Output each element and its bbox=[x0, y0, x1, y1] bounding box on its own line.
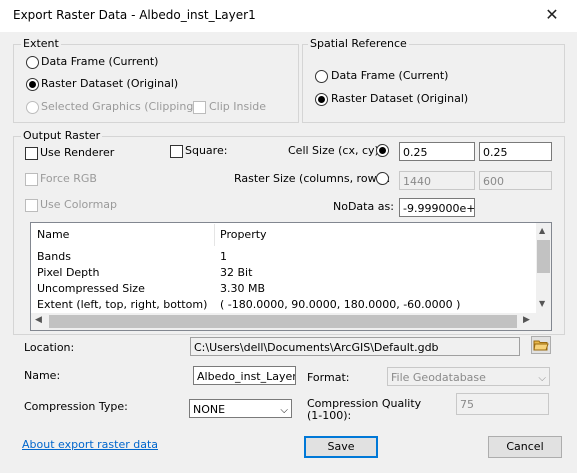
sr-data-frame-radio[interactable] bbox=[315, 70, 328, 83]
cell-size-cy-input[interactable]: 0.25 bbox=[479, 142, 552, 161]
cell-size-radio[interactable] bbox=[376, 144, 389, 157]
cell-size-label: Cell Size (cx, cy): bbox=[288, 144, 383, 157]
properties-header-row: Name Property bbox=[31, 224, 536, 246]
compression-quality-label-line2: (1-100): bbox=[307, 409, 352, 422]
location-label: Location: bbox=[24, 341, 75, 354]
table-row: Extent (left, top, right, bottom) ( -180… bbox=[31, 298, 536, 314]
row-value: 32 Bit bbox=[220, 266, 253, 279]
cancel-button[interactable]: Cancel bbox=[488, 436, 562, 458]
header-divider bbox=[214, 224, 215, 246]
extent-selected-graphics-radio[interactable] bbox=[26, 101, 39, 114]
force-rgb-checkbox[interactable] bbox=[25, 173, 38, 186]
square-label: Square: bbox=[185, 144, 228, 157]
row-name: Extent (left, top, right, bottom) bbox=[37, 298, 208, 311]
location-field[interactable]: C:\Users\dell\Documents\ArcGIS\Default.g… bbox=[190, 337, 520, 356]
compression-type-value: NONE bbox=[193, 403, 226, 416]
scroll-left-arrow-icon[interactable]: ◀ bbox=[35, 315, 42, 325]
spatial-reference-legend: Spatial Reference bbox=[308, 37, 409, 50]
name-input[interactable]: Albedo_inst_Layer1 bbox=[193, 366, 296, 385]
extent-raster-dataset-label: Raster Dataset (Original) bbox=[41, 77, 179, 90]
scroll-down-arrow-icon[interactable]: ▼ bbox=[539, 299, 545, 308]
row-value: 3.30 MB bbox=[220, 282, 266, 295]
properties-table: Name Property Bands 1 Pixel Depth 32 Bit… bbox=[30, 222, 552, 331]
compression-type-select[interactable]: NONE ⌵ bbox=[189, 399, 292, 418]
close-icon[interactable]: ✕ bbox=[540, 4, 564, 26]
row-name: Pixel Depth bbox=[37, 266, 100, 279]
raster-size-radio[interactable] bbox=[376, 172, 389, 185]
scroll-right-arrow-icon[interactable]: ▶ bbox=[523, 315, 530, 325]
output-raster-legend: Output Raster bbox=[21, 129, 103, 142]
format-label: Format: bbox=[307, 371, 350, 384]
compression-quality-input[interactable]: 75 bbox=[456, 393, 549, 415]
clip-inside-checkbox[interactable] bbox=[193, 101, 206, 114]
title-bar: Export Raster Data - Albedo_inst_Layer1 … bbox=[0, 0, 577, 32]
chevron-down-icon: ⌵ bbox=[538, 373, 546, 384]
use-renderer-label: Use Renderer bbox=[40, 146, 115, 159]
hscroll-thumb[interactable] bbox=[49, 315, 517, 328]
force-rgb-label: Force RGB bbox=[40, 172, 97, 185]
name-label: Name: bbox=[24, 369, 61, 382]
save-button[interactable]: Save bbox=[304, 436, 378, 458]
compression-type-label: Compression Type: bbox=[24, 400, 128, 413]
sr-raster-dataset-radio[interactable] bbox=[315, 93, 328, 106]
extent-data-frame-radio[interactable] bbox=[26, 56, 39, 69]
row-value: ( -180.0000, 90.0000, 180.0000, -60.0000… bbox=[220, 298, 461, 311]
raster-size-label: Raster Size (columns, rows): bbox=[234, 172, 391, 185]
header-name: Name bbox=[37, 228, 70, 241]
extent-selected-graphics-label: Selected Graphics (Clipping) bbox=[41, 100, 198, 113]
folder-icon bbox=[533, 340, 549, 351]
nodata-label: NoData as: bbox=[333, 200, 394, 213]
raster-rows-input[interactable]: 600 bbox=[479, 171, 552, 190]
chevron-down-icon: ⌵ bbox=[280, 405, 288, 416]
extent-raster-dataset-radio[interactable] bbox=[26, 78, 39, 91]
sr-data-frame-label: Data Frame (Current) bbox=[331, 69, 449, 82]
format-value: File Geodatabase bbox=[391, 371, 486, 384]
about-export-link[interactable]: About export raster data bbox=[22, 438, 158, 451]
row-name: Uncompressed Size bbox=[37, 282, 145, 295]
raster-columns-input[interactable]: 1440 bbox=[399, 171, 475, 190]
row-name: Bands bbox=[37, 250, 71, 263]
window-title: Export Raster Data - Albedo_inst_Layer1 bbox=[13, 8, 256, 22]
table-row: Uncompressed Size 3.30 MB bbox=[31, 282, 536, 298]
table-row: Pixel Depth 32 Bit bbox=[31, 266, 536, 282]
extent-data-frame-label: Data Frame (Current) bbox=[41, 55, 159, 68]
use-colormap-checkbox[interactable] bbox=[25, 199, 38, 212]
header-property: Property bbox=[220, 228, 267, 241]
properties-vertical-scrollbar[interactable]: ▲ ▼ bbox=[536, 223, 551, 313]
use-renderer-checkbox[interactable] bbox=[25, 147, 38, 160]
scroll-up-arrow-icon[interactable]: ▲ bbox=[539, 226, 545, 235]
nodata-input[interactable]: -9.999000e+0 bbox=[399, 198, 475, 217]
browse-folder-button[interactable] bbox=[531, 336, 551, 354]
format-select[interactable]: File Geodatabase ⌵ bbox=[387, 367, 550, 386]
clip-inside-label: Clip Inside bbox=[209, 100, 267, 113]
use-colormap-label: Use Colormap bbox=[40, 198, 118, 211]
extent-legend: Extent bbox=[21, 37, 61, 50]
square-checkbox[interactable] bbox=[170, 145, 183, 158]
row-value: 1 bbox=[220, 250, 227, 263]
sr-raster-dataset-label: Raster Dataset (Original) bbox=[331, 92, 469, 105]
table-row: Bands 1 bbox=[31, 250, 536, 266]
scroll-thumb[interactable] bbox=[537, 240, 550, 273]
cell-size-cx-input[interactable]: 0.25 bbox=[399, 142, 475, 161]
spatial-reference-group bbox=[302, 44, 565, 123]
properties-horizontal-scrollbar[interactable]: ◀ ▶ bbox=[31, 313, 551, 330]
